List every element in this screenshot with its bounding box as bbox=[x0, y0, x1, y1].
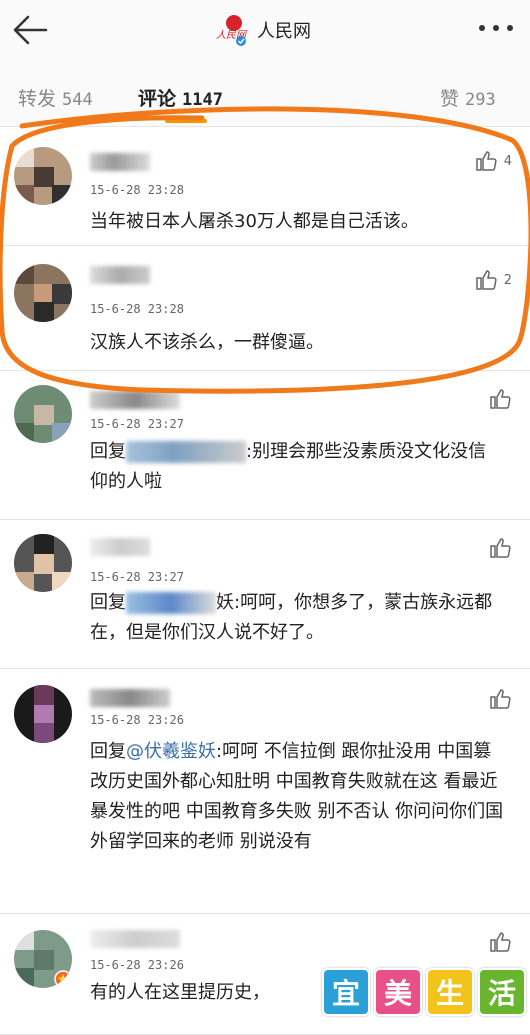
like-button[interactable] bbox=[488, 387, 512, 411]
comment-text: 回复 妖:呵呵，你想多了，蒙古族永远都在，但是你们汉人说不好了。 bbox=[90, 588, 504, 648]
mention-blurred[interactable] bbox=[126, 441, 246, 463]
tab-comments-count: 1147 bbox=[182, 90, 223, 110]
avatar[interactable] bbox=[14, 930, 72, 988]
like-count: 4 bbox=[503, 153, 512, 169]
tab-likes[interactable]: 赞 293 bbox=[440, 84, 496, 111]
comment-item[interactable]: 15-6-28 23:28 当年被日本人屠杀30万人都是自己活该。 4 bbox=[0, 127, 530, 246]
comment-text: 汉族人不该杀么，一群傻逼。 bbox=[90, 332, 324, 353]
account-header[interactable]: 人民网 人民网 bbox=[215, 14, 311, 46]
username-blurred[interactable] bbox=[90, 266, 150, 284]
username-blurred[interactable] bbox=[90, 689, 170, 707]
username-blurred[interactable] bbox=[90, 930, 180, 948]
account-name: 人民网 bbox=[257, 21, 311, 42]
comment-timestamp: 15-6-28 23:28 bbox=[90, 302, 184, 316]
like-button[interactable] bbox=[488, 536, 512, 560]
watermark-char: 生 bbox=[426, 968, 474, 1016]
active-tab-indicator bbox=[165, 119, 207, 123]
like-button[interactable]: 2 bbox=[474, 268, 512, 292]
comment-timestamp: 15-6-28 23:27 bbox=[90, 570, 184, 584]
more-dots-icon bbox=[479, 25, 513, 31]
user-mention-link[interactable]: @伏羲鉴妖 bbox=[126, 741, 216, 762]
tab-comments[interactable]: 评论 1147 bbox=[138, 84, 223, 111]
thumbs-up-icon bbox=[490, 932, 511, 952]
thumbs-up-icon bbox=[475, 151, 497, 171]
mention-blurred[interactable] bbox=[126, 592, 216, 614]
thumbs-up-icon bbox=[475, 270, 497, 290]
watermark-char: 宜 bbox=[322, 968, 370, 1016]
comment-item[interactable]: 15-6-28 23:26 回复@伏羲鉴妖:呵呵 不信拉倒 跟你扯没用 中国篡改… bbox=[0, 669, 530, 914]
thumbs-up-icon bbox=[490, 689, 511, 709]
comment-timestamp: 15-6-28 23:28 bbox=[90, 183, 184, 197]
avatar[interactable] bbox=[14, 264, 72, 322]
comment-item[interactable]: 15-6-28 23:27 回复:别理会那些没素质没文化没信仰的人啦 bbox=[0, 371, 530, 520]
tab-reposts-label: 转发 bbox=[18, 88, 57, 110]
avatar[interactable] bbox=[14, 385, 72, 443]
brand-logo: 人民网 bbox=[215, 14, 249, 46]
avatar[interactable] bbox=[14, 685, 72, 743]
more-button[interactable] bbox=[476, 18, 516, 38]
top-bar: 人民网 人民网 bbox=[0, 0, 530, 60]
username-blurred[interactable] bbox=[90, 538, 150, 556]
arrow-left-icon bbox=[13, 15, 48, 45]
like-count: 2 bbox=[503, 272, 512, 288]
interaction-tabs: 转发 544 评论 1147 赞 293 bbox=[0, 60, 530, 127]
comment-timestamp: 15-6-28 23:26 bbox=[90, 713, 184, 727]
comment-timestamp: 15-6-28 23:27 bbox=[90, 417, 184, 431]
avatar[interactable] bbox=[14, 147, 72, 205]
comment-text: 回复@伏羲鉴妖:呵呵 不信拉倒 跟你扯没用 中国篡改历史国外都心知肚明 中国教育… bbox=[90, 737, 504, 857]
back-button[interactable] bbox=[10, 12, 50, 48]
reply-prefix: 回复 bbox=[90, 441, 126, 462]
tab-likes-count: 293 bbox=[465, 90, 496, 110]
comment-item[interactable]: 15-6-28 23:28 汉族人不该杀么，一群傻逼。 2 bbox=[0, 246, 530, 371]
like-button[interactable]: 4 bbox=[474, 149, 512, 173]
like-button[interactable] bbox=[488, 930, 512, 954]
comment-timestamp: 15-6-28 23:26 bbox=[90, 958, 184, 972]
like-button[interactable] bbox=[488, 687, 512, 711]
tab-comments-label: 评论 bbox=[138, 88, 177, 110]
thumbs-up-icon bbox=[490, 538, 511, 558]
verified-badge-icon bbox=[54, 970, 72, 988]
username-blurred[interactable] bbox=[90, 153, 150, 171]
watermark-char: 活 bbox=[478, 968, 526, 1016]
watermark: 宜 美 生 活 bbox=[322, 968, 526, 1016]
reply-prefix: 回复 bbox=[90, 592, 126, 613]
thumbs-up-icon bbox=[490, 389, 511, 409]
tab-reposts[interactable]: 转发 544 bbox=[18, 84, 93, 111]
comment-text: 回复:别理会那些没素质没文化没信仰的人啦 bbox=[90, 437, 504, 497]
comment-text: 当年被日本人屠杀30万人都是自己活该。 bbox=[90, 211, 419, 232]
reply-prefix: 回复 bbox=[90, 741, 126, 762]
comment-item[interactable]: 15-6-28 23:27 回复 妖:呵呵，你想多了，蒙古族永远都在，但是你们汉人… bbox=[0, 520, 530, 669]
tab-likes-label: 赞 bbox=[440, 88, 460, 110]
avatar[interactable] bbox=[14, 534, 72, 592]
watermark-char: 美 bbox=[374, 968, 422, 1016]
comment-list: 15-6-28 23:28 当年被日本人屠杀30万人都是自己活该。 4 15-6… bbox=[0, 127, 530, 1035]
tab-reposts-count: 544 bbox=[62, 90, 93, 110]
username-blurred[interactable] bbox=[90, 391, 180, 409]
